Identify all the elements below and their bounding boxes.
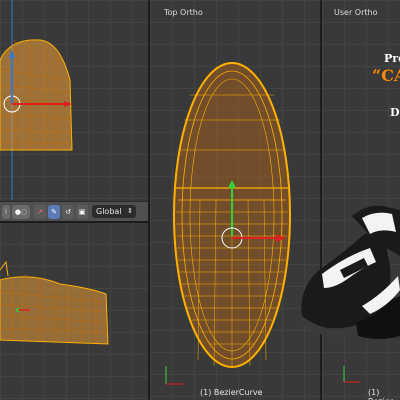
snap-manipulator-icon[interactable]: ↗ (34, 205, 46, 219)
promo-text-line3: D (390, 106, 400, 119)
transform-orientation-value: Global (96, 207, 122, 216)
viewport-divider[interactable] (148, 0, 150, 400)
rotate-manipulator-icon[interactable]: ↺ (62, 205, 74, 219)
promo-text-line1: Pre (384, 52, 400, 65)
chevron-down-icon: ⇕ (127, 207, 133, 215)
viewport-divider[interactable] (0, 221, 148, 223)
scale-manipulator-icon[interactable]: ▣ (76, 205, 88, 219)
loafer-photo (300, 205, 400, 339)
active-object-label: (1) BezierCurve (200, 388, 263, 397)
shoe-front-wireframe (0, 0, 73, 200)
pivot-point-button[interactable]: ⁝ (2, 205, 10, 219)
viewport-left-bottom[interactable] (0, 222, 148, 400)
translate-manipulator-icon[interactable]: ✎ (48, 205, 60, 219)
viewport-left-top[interactable] (0, 0, 148, 200)
active-object-label-right: (1) Bezier (368, 388, 393, 400)
transform-orientation-select[interactable]: Global ⇕ (92, 205, 136, 218)
viewport-header-bar: ⁝ ●◌ ↗ ✎ ↺ ▣ Global ⇕ (0, 201, 148, 223)
promo-text-line2: “CA (372, 66, 400, 85)
shoe-side-wireframe (0, 260, 109, 345)
shading-button[interactable]: ●◌ (12, 205, 30, 219)
